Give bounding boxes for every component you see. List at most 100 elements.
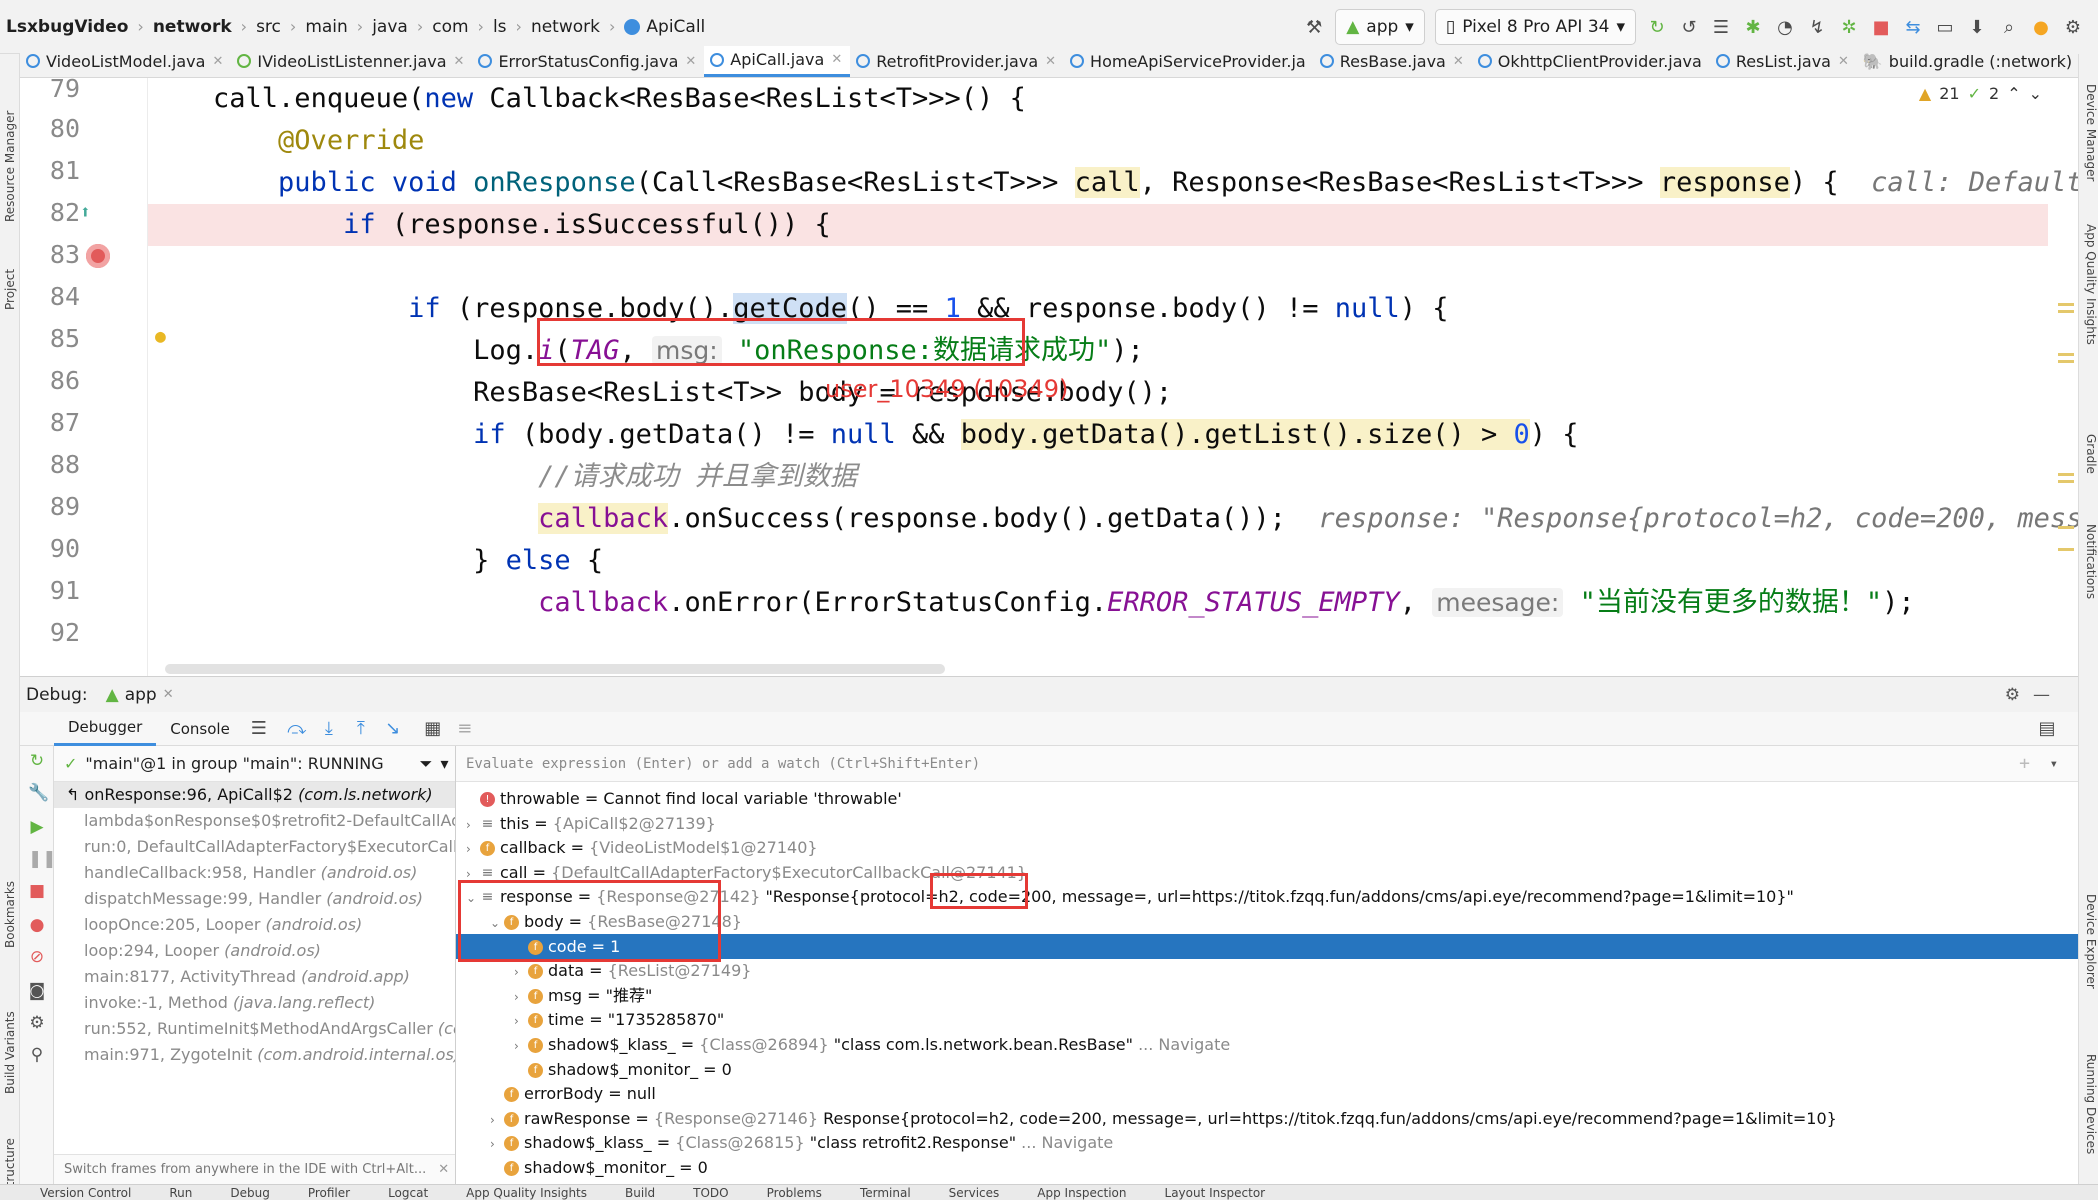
stack-frame[interactable]: main:971, ZygoteInit (com.android.intern…: [54, 1042, 455, 1068]
tab-apicall[interactable]: ApiCall.java ✕: [704, 46, 851, 77]
camera-icon[interactable]: ◙: [28, 982, 46, 1000]
stack-frame[interactable]: ↰ onResponse:96, ApiCall$2 (com.ls.netwo…: [54, 782, 455, 808]
tool-structure[interactable]: Structure: [0, 1104, 20, 1194]
chevron-right-icon[interactable]: ›: [514, 1034, 528, 1059]
settings-icon[interactable]: ⚙: [2062, 16, 2084, 38]
breadcrumb-item[interactable]: ls: [493, 17, 507, 37]
scroll-marker[interactable]: [2058, 526, 2074, 529]
close-icon[interactable]: ✕: [212, 54, 223, 69]
stop-icon[interactable]: ■: [28, 882, 46, 900]
rerun-icon[interactable]: ↻: [28, 752, 46, 770]
tool-window-button[interactable]: TODO: [693, 1186, 728, 1200]
chevron-down-icon[interactable]: ⌄: [2029, 84, 2042, 103]
tab-homeapiserviceprovider[interactable]: HomeApiServiceProvider.ja: [1064, 46, 1314, 77]
tool-bookmarks[interactable]: Bookmarks: [0, 838, 20, 948]
chevron-down-icon[interactable]: ⌄: [490, 911, 504, 936]
tool-build-variants[interactable]: Build Variants: [0, 954, 20, 1094]
scroll-marker[interactable]: [2058, 548, 2074, 551]
pin-icon[interactable]: ⚲: [28, 1046, 46, 1064]
tool-running-devices[interactable]: Running Devices: [2078, 1054, 2098, 1174]
step-out-icon[interactable]: ⤒: [350, 718, 372, 740]
update-icon[interactable]: ●: [2030, 16, 2052, 38]
breadcrumb-item[interactable]: com: [432, 17, 468, 37]
tool-window-button[interactable]: Version Control: [40, 1186, 131, 1200]
step-over-icon[interactable]: ⤼: [286, 718, 308, 740]
scroll-marker[interactable]: [2058, 303, 2074, 306]
tool-window-button[interactable]: App Inspection: [1037, 1186, 1126, 1200]
rerun-icon[interactable]: ↻: [1646, 16, 1668, 38]
variable-row[interactable]: › f shadow$_klass_ = {Class@26894} "class …: [456, 1032, 2078, 1057]
attach-debugger-icon[interactable]: ↯: [1806, 16, 1828, 38]
filter-icon[interactable]: ⏷: [420, 754, 433, 774]
chevron-right-icon[interactable]: ›: [466, 837, 480, 862]
stop-icon[interactable]: ■: [1870, 16, 1892, 38]
stack-frame[interactable]: invoke:-1, Method (java.lang.reflect): [54, 990, 455, 1016]
tool-device-manager[interactable]: Device Manager: [2078, 84, 2098, 204]
step-into-icon[interactable]: ⤓: [318, 718, 340, 740]
variable-row[interactable]: › f shadow$_klass_ = {Class@26815} "class …: [456, 1130, 2078, 1155]
scroll-marker[interactable]: [2058, 310, 2074, 313]
tool-window-button[interactable]: Run: [169, 1186, 192, 1200]
device-manager-icon[interactable]: ▭: [1934, 16, 1956, 38]
close-icon[interactable]: ✕: [454, 54, 465, 69]
stack-frame[interactable]: handleCallback:958, Handler (android.os): [54, 860, 455, 886]
chevron-right-icon[interactable]: ›: [514, 985, 528, 1010]
horizontal-scrollbar[interactable]: [165, 664, 945, 674]
bug-icon[interactable]: ✲: [1838, 16, 1860, 38]
breadcrumb-item[interactable]: ApiCall: [624, 17, 705, 37]
tab-errorstatusconfig[interactable]: ErrorStatusConfig.java ✕: [472, 46, 704, 77]
stack-frame[interactable]: loop:294, Looper (android.os): [54, 938, 455, 964]
tab-okhttpclientprovider[interactable]: OkhttpClientProvider.java: [1472, 46, 1710, 77]
tool-window-button[interactable]: Build: [625, 1186, 655, 1200]
device-select[interactable]: ▯ Pixel 8 Pro API 34 ▾: [1434, 9, 1636, 45]
settings-icon[interactable]: ⚙: [2005, 685, 2020, 705]
breadcrumb-item[interactable]: network: [153, 17, 232, 37]
chevron-right-icon[interactable]: ›: [466, 813, 480, 838]
tool-gradle[interactable]: Gradle: [2078, 434, 2098, 504]
resume-icon[interactable]: ▶: [28, 818, 46, 836]
code-editor[interactable]: 79 80 81 82 83 84 85 86 87 88 89 90 91 9…: [20, 78, 2078, 676]
debug-session-tab[interactable]: ▲ app ✕: [106, 685, 174, 705]
tool-window-button[interactable]: Logcat: [388, 1186, 428, 1200]
sdk-manager-icon[interactable]: ⬇: [1966, 16, 1988, 38]
chevron-down-icon[interactable]: ⌄: [466, 886, 480, 911]
pause-icon[interactable]: ❚❚: [28, 850, 57, 868]
close-icon[interactable]: ✕: [1453, 54, 1464, 69]
layout-restore-icon[interactable]: ▤: [2036, 718, 2058, 740]
close-icon[interactable]: ✕: [1045, 54, 1056, 69]
scroll-marker[interactable]: [2058, 473, 2074, 476]
variable-row[interactable]: › f rawResponse = {Response@27146} Respons…: [456, 1106, 2078, 1131]
chevron-right-icon[interactable]: ›: [490, 1132, 504, 1157]
tool-project[interactable]: Project: [0, 230, 20, 310]
trace-icon[interactable]: ≡: [454, 718, 476, 740]
chevron-up-icon[interactable]: ⌃: [2007, 84, 2020, 103]
hammer-icon[interactable]: ⚒: [1303, 16, 1325, 38]
navigate-link[interactable]: ... Navigate: [1016, 1133, 1113, 1152]
tool-app-quality[interactable]: App Quality Insights: [2078, 224, 2098, 414]
tool-window-button[interactable]: Problems: [767, 1186, 822, 1200]
tool-window-button[interactable]: Services: [949, 1186, 1000, 1200]
variable-row[interactable]: f shadow$_monitor_ = 0: [456, 1057, 2078, 1082]
variable-row[interactable]: ! throwable = Cannot find local variable …: [456, 786, 2078, 811]
variable-row[interactable]: › ≡ this = {ApiCall$2@27139}: [456, 811, 2078, 836]
minimize-icon[interactable]: —: [2033, 685, 2050, 705]
variable-row[interactable]: f shadow$_monitor_ = 0: [456, 1155, 2078, 1180]
close-icon[interactable]: ✕: [685, 54, 696, 69]
view-breakpoints-icon[interactable]: ●: [28, 916, 46, 934]
chevron-right-icon[interactable]: ›: [514, 960, 528, 985]
tool-notifications[interactable]: Notifications: [2078, 524, 2098, 654]
chevron-right-icon[interactable]: ›: [466, 862, 480, 887]
apply-changes-icon[interactable]: ↺: [1678, 16, 1700, 38]
variable-row[interactable]: › f msg = "推荐": [456, 983, 2078, 1008]
variable-row[interactable]: › f time = "1735285870": [456, 1007, 2078, 1032]
breadcrumb-item[interactable]: src: [256, 17, 281, 37]
close-icon[interactable]: ✕: [163, 687, 174, 702]
tool-window-button[interactable]: Profiler: [308, 1186, 350, 1200]
debug-icon[interactable]: ✱: [1742, 16, 1764, 38]
evaluate-expression-input[interactable]: Evaluate expression (Enter) or add a wat…: [456, 746, 2078, 782]
search-icon[interactable]: ⌕: [1998, 16, 2020, 38]
evaluate-icon[interactable]: ▦: [422, 718, 444, 740]
stack-frame[interactable]: main:8177, ActivityThread (android.app): [54, 964, 455, 990]
logcat-icon[interactable]: ☰: [1710, 16, 1732, 38]
variable-row[interactable]: f code = 1: [456, 933, 2078, 959]
